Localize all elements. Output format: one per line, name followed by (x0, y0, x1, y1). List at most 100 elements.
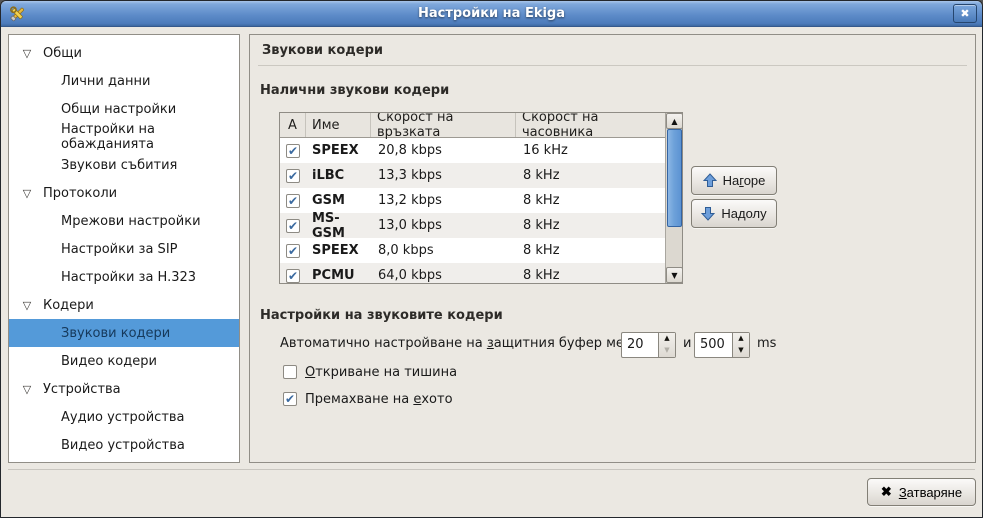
codec-enabled-checkbox[interactable]: ✔ (286, 244, 300, 258)
sidebar-item-label: Общи (43, 46, 82, 61)
codec-bitrate: 13,2 kbps (371, 193, 516, 208)
silence-detection-option[interactable]: Откриване на тишина (283, 364, 457, 380)
codec-bitrate: 64,0 kbps (371, 268, 516, 283)
expander-icon[interactable]: ▽ (19, 187, 35, 200)
sidebar-item-label: Общи настройки (61, 102, 176, 117)
max-jitter-spinner[interactable]: 500 ▲▼ (694, 332, 750, 358)
move-down-button[interactable]: Надолу (691, 199, 777, 228)
down-arrow-icon (701, 206, 715, 221)
codec-clockrate: 8 kHz (516, 268, 667, 283)
min-jitter-value[interactable]: 20 (622, 333, 658, 357)
codec-table: A Име Скорост на връзката Скорост на час… (279, 112, 683, 284)
preferences-tree: ▽ Общи Лични данни Общи настройки Настро… (8, 34, 240, 463)
sidebar-item-label: Настройки на обажданията (61, 122, 239, 152)
echo-cancellation-option[interactable]: ✔ Премахване на ехото (283, 391, 453, 407)
sidebar-item-label: Видео кодери (61, 354, 157, 369)
sidebar-item-audio-devices[interactable]: Аудио устройства (9, 403, 239, 431)
sidebar-item-general-settings[interactable]: Общи настройки (9, 95, 239, 123)
footer-separator (8, 469, 975, 470)
sidebar-item-call-options[interactable]: Настройки на обажданията (9, 123, 239, 151)
codec-enabled-checkbox[interactable]: ✔ (286, 144, 300, 158)
sidebar-item-personal-data[interactable]: Лични данни (9, 67, 239, 95)
sidebar-item-label: Лични данни (61, 74, 150, 89)
check-icon: ✔ (288, 270, 298, 282)
sidebar-item-video-devices[interactable]: Видео устройства (9, 431, 239, 459)
spin-up-icon[interactable]: ▲ (659, 333, 675, 345)
table-row[interactable]: ✔ SPEEX 8,0 kbps 8 kHz (280, 238, 667, 263)
silence-detection-checkbox[interactable] (283, 365, 297, 379)
table-row[interactable]: ✔ GSM 13,2 kbps 8 kHz (280, 188, 667, 213)
sidebar-item-video-codecs[interactable]: Видео кодери (9, 347, 239, 375)
codec-bitrate: 13,3 kbps (371, 168, 516, 183)
codec-clockrate: 8 kHz (516, 193, 667, 208)
codec-name: SPEEX (306, 243, 371, 258)
column-header-active[interactable]: A (280, 113, 306, 137)
table-row[interactable]: ✔ PCMU 64,0 kbps 8 kHz (280, 263, 667, 284)
sidebar-item-h323-settings[interactable]: Настройки за H.323 (9, 263, 239, 291)
sidebar-item-audio-codecs[interactable]: Звукови кодери (9, 319, 239, 347)
column-header-name[interactable]: Име (306, 113, 371, 137)
echo-cancellation-label: Премахване на ехото (305, 392, 453, 407)
move-up-label: Нагоре (723, 173, 766, 188)
sidebar-item-label: Настройки за SIP (61, 242, 178, 257)
ms-unit-label: ms (757, 336, 776, 351)
codec-enabled-checkbox[interactable]: ✔ (286, 194, 300, 208)
jitter-buffer-row: Автоматично настройване на защитния буфе… (250, 332, 975, 358)
codec-settings-heading: Настройки на звуковите кодери (260, 308, 503, 323)
expander-icon[interactable]: ▽ (19, 299, 35, 312)
check-icon: ✔ (288, 170, 298, 182)
column-header-bitrate[interactable]: Скорост на връзката (371, 113, 516, 137)
window-title: Настройки на Ekiga (1, 6, 982, 21)
sidebar-item-label: Протоколи (43, 186, 117, 201)
echo-cancellation-checkbox[interactable]: ✔ (283, 392, 297, 406)
title-separator (258, 65, 967, 66)
sidebar-item-label: Видео устройства (61, 438, 185, 453)
sidebar-item-protocols[interactable]: ▽ Протоколи (9, 179, 239, 207)
vertical-scrollbar[interactable]: ▲ ▼ (665, 113, 682, 283)
spin-down-icon[interactable]: ▼ (659, 345, 675, 357)
sidebar-item-codecs[interactable]: ▽ Кодери (9, 291, 239, 319)
close-button-label: Затваряне (899, 485, 962, 500)
and-label: и (683, 336, 691, 351)
close-x-icon: ✖ (881, 484, 892, 500)
scroll-up-icon[interactable]: ▲ (666, 113, 683, 129)
spin-up-icon[interactable]: ▲ (733, 333, 749, 345)
jitter-buffer-label: Автоматично настройване на защитния буфе… (280, 336, 652, 351)
table-row[interactable]: ✔ SPEEX 20,8 kbps 16 kHz (280, 138, 667, 163)
close-icon[interactable]: ✖ (953, 4, 977, 23)
spin-down-icon[interactable]: ▼ (733, 345, 749, 357)
table-row[interactable]: ✔ iLBC 13,3 kbps 8 kHz (280, 163, 667, 188)
expander-icon[interactable]: ▽ (19, 383, 35, 396)
table-row[interactable]: ✔ MS-GSM 13,0 kbps 8 kHz (280, 213, 667, 238)
check-icon: ✔ (288, 245, 298, 257)
codec-enabled-checkbox[interactable]: ✔ (286, 219, 300, 233)
move-up-button[interactable]: Нагоре (691, 166, 777, 195)
sidebar-item-label: Устройства (43, 382, 121, 397)
scrollbar-thumb[interactable] (667, 129, 682, 227)
sidebar-item-sound-events[interactable]: Звукови събития (9, 151, 239, 179)
codec-bitrate: 13,0 kbps (371, 218, 516, 233)
titlebar: Настройки на Ekiga ✖ (1, 1, 982, 27)
max-jitter-value[interactable]: 500 (695, 333, 732, 357)
codec-name: GSM (306, 193, 371, 208)
sidebar-item-label: Звукови събития (61, 158, 177, 173)
sidebar-item-sip-settings[interactable]: Настройки за SIP (9, 235, 239, 263)
available-codecs-heading: Налични звукови кодери (260, 83, 449, 98)
min-jitter-spinner[interactable]: 20 ▲▼ (621, 332, 676, 358)
column-header-clockrate[interactable]: Скорост на часовника (516, 113, 665, 137)
close-button[interactable]: ✖ Затваряне (867, 478, 976, 506)
sidebar-item-label: Кодери (43, 298, 94, 313)
sidebar-item-label: Аудио устройства (61, 410, 185, 425)
codec-enabled-checkbox[interactable]: ✔ (286, 169, 300, 183)
audio-codecs-page: Звукови кодери Налични звукови кодери A … (249, 34, 976, 463)
codec-enabled-checkbox[interactable]: ✔ (286, 269, 300, 283)
codec-clockrate: 8 kHz (516, 168, 667, 183)
expander-icon[interactable]: ▽ (19, 47, 35, 60)
check-icon: ✔ (285, 393, 295, 405)
sidebar-item-devices[interactable]: ▽ Устройства (9, 375, 239, 403)
scroll-down-icon[interactable]: ▼ (666, 267, 683, 283)
check-icon: ✔ (288, 195, 298, 207)
sidebar-item-network-settings[interactable]: Мрежови настройки (9, 207, 239, 235)
codec-table-header: A Име Скорост на връзката Скорост на час… (280, 113, 682, 138)
sidebar-item-general[interactable]: ▽ Общи (9, 39, 239, 67)
